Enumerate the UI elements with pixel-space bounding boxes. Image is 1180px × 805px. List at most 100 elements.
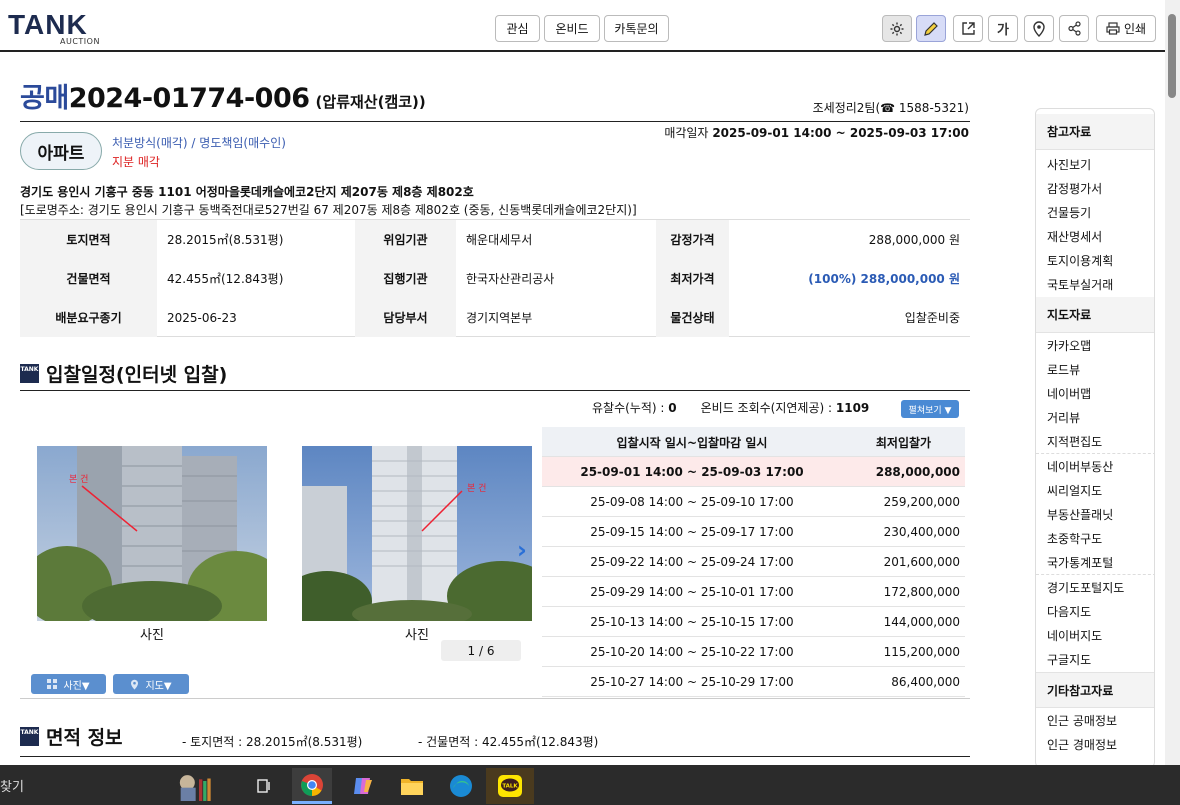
expand-button[interactable]: 펼쳐보기 ▼ [901, 400, 959, 418]
schedule-row[interactable]: 25-10-27 14:00 ~ 25-10-29 17:00 86,400,0… [542, 667, 965, 697]
sidebar-item-realestate-planet[interactable]: 부동산플래닛 [1047, 506, 1113, 523]
sidebar-item-gyeonggi-map[interactable]: 경기도포털지도 [1047, 579, 1124, 596]
photo-next-arrow[interactable]: › [517, 536, 527, 564]
taskbar-task-view[interactable] [244, 768, 284, 804]
title-sub: (압류재산(캠코)) [315, 93, 426, 111]
schedule-price: 172,800,000 [883, 585, 960, 599]
info-header: 토지면적 [20, 220, 157, 259]
schedule-date: 25-09-01 14:00 ~ 25-09-03 17:00 [580, 465, 804, 479]
sidebar-item-land-use[interactable]: 토지이용계획 [1047, 252, 1113, 269]
taskbar-edge[interactable] [441, 768, 481, 804]
schedule-row-current[interactable]: 25-09-01 14:00 ~ 25-09-03 17:00 288,000,… [542, 457, 965, 487]
area-section-title: 면적 정보 [46, 727, 123, 749]
taskbar-kakaotalk[interactable]: TALK [486, 768, 534, 804]
schedule-section-title: 입찰일정(인터넷 입찰) [46, 364, 228, 386]
taskbar-copilot[interactable] [343, 768, 383, 804]
kakao-inquiry-button[interactable]: 카톡문의 [604, 15, 669, 42]
sidebar-item-naver-map[interactable]: 네이버지도 [1047, 627, 1102, 644]
taskbar-search[interactable]: 찾기 [0, 776, 24, 795]
font-size-button[interactable]: 가 [988, 15, 1018, 42]
site-logo[interactable]: TANK [8, 11, 88, 39]
print-button[interactable]: 인쇄 [1096, 15, 1156, 42]
area-land: - 토지면적 : 28.2015㎡(8.531평) [182, 735, 363, 749]
property-photo[interactable]: 본 건 [37, 446, 267, 621]
sidebar-item-nearby-public[interactable]: 인근 공매정보 [1047, 712, 1117, 729]
photo-dropdown-button[interactable]: 사진▼ [31, 674, 106, 694]
page-scrollbar[interactable] [1165, 0, 1180, 765]
photo-caption: 사진 [140, 628, 164, 643]
share-sale-label: 지분 매각 [112, 155, 160, 169]
page-scrollbar-thumb[interactable] [1168, 14, 1176, 98]
sidebar-item-kakaomap[interactable]: 카카오맵 [1047, 337, 1091, 354]
schedule-row[interactable]: 25-09-08 14:00 ~ 25-09-10 17:00 259,200,… [542, 487, 965, 517]
sidebar-item-photos[interactable]: 사진보기 [1047, 156, 1091, 173]
font-size-icon: 가 [997, 23, 1009, 38]
share-button[interactable] [1059, 15, 1089, 42]
property-info-table: 토지면적 28.2015㎡(8.531평) 위임기관 해운대세무서 감정가격 2… [20, 219, 970, 337]
sidebar-divider [1036, 453, 1154, 454]
views-label: 온비드 조회수(지연제공) : [700, 401, 833, 415]
sidebar-item-cadastral[interactable]: 지적편집도 [1047, 433, 1102, 450]
gear-icon [890, 22, 904, 35]
schedule-price: 259,200,000 [883, 495, 960, 509]
chrome-icon [301, 773, 323, 796]
sidebar-item-school-district[interactable]: 초중학구도 [1047, 530, 1102, 547]
schedule-row[interactable]: 25-10-20 14:00 ~ 25-10-22 17:00 115,200,… [542, 637, 965, 667]
sidebar-item-navermap[interactable]: 네이버맵 [1047, 385, 1091, 402]
sidebar-item-kosis[interactable]: 국가통계포털 [1047, 554, 1113, 571]
sidebar-item-streetview[interactable]: 거리뷰 [1047, 409, 1080, 426]
minimum-price: (100%) 288,000,000 원 [808, 272, 960, 286]
highlight-button[interactable] [916, 15, 946, 42]
copilot-icon [354, 778, 372, 794]
schedule-divider [20, 390, 970, 391]
taskbar-file-explorer[interactable] [392, 768, 432, 804]
sale-date-value: 2025-09-01 14:00 ~ 2025-09-03 17:00 [712, 126, 969, 140]
folder-icon [401, 779, 423, 795]
schedule-header-price: 최저입찰가 [875, 435, 932, 450]
sidebar-item-daum-map[interactable]: 다음지도 [1047, 603, 1091, 620]
views-count: 1109 [835, 401, 870, 415]
open-new-window-button[interactable] [953, 15, 983, 42]
property-photo[interactable]: 본 건 [302, 446, 532, 621]
location-button[interactable] [1024, 15, 1054, 42]
taskbar-copilot-avatar[interactable] [174, 768, 214, 804]
sale-date: 매각일자 2025-09-01 14:00 ~ 2025-09-03 17:00 [664, 124, 969, 141]
schedule-price: 144,000,000 [883, 615, 960, 629]
sidebar-divider [1036, 574, 1154, 575]
schedule-row[interactable]: 25-10-13 14:00 ~ 25-10-15 17:00 144,000,… [542, 607, 965, 637]
photo-dropdown-label: 사진▼ [63, 680, 90, 692]
sidebar-item-statement[interactable]: 재산명세서 [1047, 228, 1102, 245]
team-contact: 조세정리2팀(☎ 1588-5321) [812, 101, 969, 115]
sidebar-item-registry[interactable]: 건물등기 [1047, 204, 1091, 221]
schedule-row[interactable]: 25-09-22 14:00 ~ 25-09-24 17:00 201,600,… [542, 547, 965, 577]
sidebar-item-serial-map[interactable]: 씨리얼지도 [1047, 482, 1102, 499]
schedule-row[interactable]: 25-09-29 14:00 ~ 25-10-01 17:00 172,800,… [542, 577, 965, 607]
sidebar-item-appraisal[interactable]: 감정평가서 [1047, 180, 1102, 197]
photo-marker-label: 본 건 [69, 474, 88, 485]
sidebar-item-naver-realestate[interactable]: 네이버부동산 [1047, 458, 1113, 475]
photo-marker-label: 본 건 [467, 483, 486, 494]
lot-address: 경기도 용인시 기흥구 중동 1101 어정마을롯데캐슬에코2단지 제207동 … [20, 185, 474, 199]
info-header: 위임기관 [355, 220, 456, 259]
fail-count-label: 유찰수(누적) : [592, 401, 665, 415]
info-row: 배분요구종기 2025-06-23 담당부서 경기지역본부 물건상태 입찰준비중 [20, 298, 970, 337]
favorite-button[interactable]: 관심 [495, 15, 540, 42]
sidebar-item-real-trade[interactable]: 국토부실거래 [1047, 276, 1113, 293]
page-title: 공매2024-01774-006 (압류재산(캠코)) [20, 76, 426, 115]
pencil-icon [924, 21, 938, 36]
property-type-badge: 아파트 [20, 132, 102, 170]
info-value: 288,000,000 원 [868, 233, 960, 247]
taskbar-chrome[interactable] [292, 768, 332, 804]
settings-button[interactable] [882, 15, 912, 42]
map-pin-icon [1033, 20, 1045, 37]
map-dropdown-button[interactable]: 지도▼ [113, 674, 189, 694]
schedule-row[interactable]: 25-09-15 14:00 ~ 25-09-17 17:00 230,400,… [542, 517, 965, 547]
sidebar-item-google-map[interactable]: 구글지도 [1047, 651, 1091, 668]
tank-section-icon: TANK [20, 364, 39, 383]
onbid-button[interactable]: 온비드 [544, 15, 600, 42]
area-building: - 건물면적 : 42.455㎡(12.843평) [418, 735, 599, 749]
schedule-price: 230,400,000 [883, 525, 960, 539]
sidebar-item-roadview[interactable]: 로드뷰 [1047, 361, 1080, 378]
top-header: TANK AUCTION 관심 온비드 카톡문의 가 인쇄 [0, 0, 1165, 52]
sidebar-item-nearby-court[interactable]: 인근 경매정보 [1047, 736, 1117, 753]
